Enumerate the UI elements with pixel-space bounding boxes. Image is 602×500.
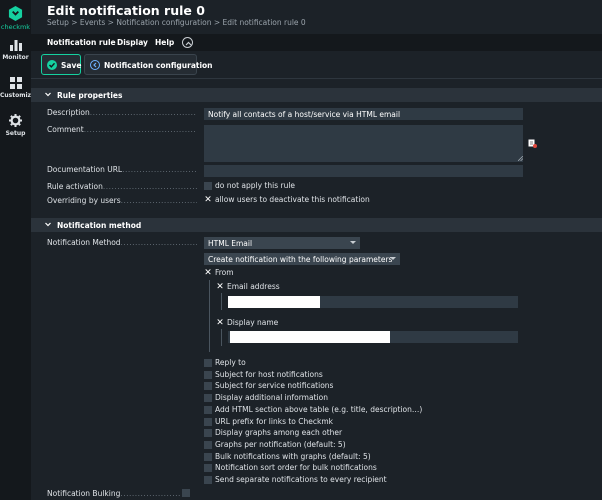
option-bulk-graphs: Bulk notifications with graphs (default:… [215, 452, 371, 461]
notification-mode-select[interactable]: Create notification with the following p… [204, 253, 400, 265]
comment-label: Comment [47, 125, 197, 134]
macro-insert-icon[interactable] [528, 139, 537, 148]
email-address-value-redacted [228, 296, 320, 308]
option-additional-info: Display additional information [215, 393, 328, 402]
documentation-url-field[interactable] [204, 165, 523, 177]
option-checkbox[interactable] [204, 371, 212, 379]
notification-method-value: HTML Email [208, 239, 253, 248]
chevron-down-icon [45, 222, 51, 227]
option-checkbox[interactable] [204, 359, 212, 367]
email-group-line [221, 293, 222, 310]
option-sort-order: Notification sort order for bulk notific… [215, 463, 377, 472]
setup-icon [9, 114, 22, 127]
chevron-down-icon [390, 257, 396, 260]
option-checkbox[interactable] [204, 429, 212, 437]
breadcrumb[interactable]: Setup > Events > Notification configurat… [47, 18, 306, 27]
from-label: From [215, 268, 234, 277]
notification-configuration-button[interactable]: Notification configuration [84, 54, 213, 75]
comment-textarea[interactable] [204, 125, 523, 162]
option-subject-service: Subject for service notifications [215, 381, 334, 390]
menu-display[interactable]: Display [117, 38, 148, 47]
section-notification-method[interactable]: Notification method [31, 218, 602, 232]
nav-setup-label: Setup [5, 130, 26, 137]
chevron-down-icon [45, 92, 51, 97]
notification-method-label: Notification Method [47, 238, 197, 247]
divider [31, 78, 602, 79]
nav-setup[interactable]: Setup [0, 114, 31, 137]
display-name-label: Display name [227, 318, 279, 327]
page-header: Edit notification rule 0 Setup > Events … [31, 0, 602, 34]
nav-customize[interactable]: Customize [0, 77, 35, 99]
email-address-checkbox-checked[interactable]: ✕ [216, 283, 224, 292]
notification-mode-value: Create notification with the following p… [208, 255, 393, 264]
chevron-down-icon [350, 241, 356, 244]
menu-notification-rule[interactable]: Notification rule [47, 38, 116, 47]
option-reply-to: Reply to [215, 358, 246, 367]
page-title: Edit notification rule 0 [47, 3, 205, 18]
notification-configuration-label: Notification configuration [104, 61, 213, 70]
description-value: Notify all contacts of a host/service vi… [208, 110, 401, 119]
description-label: Description [47, 108, 197, 117]
from-group-line [209, 280, 210, 352]
rule-activation-option: do not apply this rule [215, 181, 296, 190]
description-field[interactable]: Notify all contacts of a host/service vi… [204, 108, 523, 120]
rule-activation-label: Rule activation [47, 182, 197, 191]
display-name-field[interactable] [228, 331, 518, 343]
resize-handle-icon[interactable] [518, 156, 523, 161]
option-checkbox[interactable] [204, 382, 212, 390]
customize-icon [9, 77, 22, 89]
overriding-label: Overriding by users [47, 196, 197, 205]
notification-bulking-label: Notification Bulking [47, 489, 180, 498]
checkmark-icon [47, 60, 57, 70]
section-rule-properties[interactable]: Rule properties [31, 88, 602, 102]
nav-monitor[interactable]: Monitor [0, 40, 31, 61]
option-graphs-per-notification: Graphs per notification (default: 5) [215, 440, 346, 449]
monitor-icon [9, 40, 22, 51]
checkmk-logo-icon [8, 6, 23, 21]
menu-collapse-toggle[interactable] [182, 37, 193, 48]
save-button[interactable]: Save [41, 54, 81, 75]
documentation-url-label: Documentation URL [47, 165, 197, 174]
page-menubar: Notification rule Display Help [31, 34, 602, 51]
section-title: Rule properties [57, 91, 123, 100]
from-checkbox-checked[interactable]: ✕ [204, 269, 212, 278]
option-html-section: Add HTML section above table (e.g. title… [215, 405, 423, 414]
option-display-graphs: Display graphs among each other [215, 428, 343, 437]
action-toolbar: Save Notification configuration [31, 51, 602, 78]
notification-bulking-checkbox[interactable] [182, 489, 190, 497]
option-subject-host: Subject for host notifications [215, 370, 323, 379]
overriding-checkbox-checked[interactable]: ✕ [204, 196, 212, 205]
option-checkbox[interactable] [204, 406, 212, 414]
menu-help[interactable]: Help [155, 38, 174, 47]
option-separate-notifications: Send separate notifications to every rec… [215, 475, 387, 484]
checkmk-logo[interactable]: checkmk [0, 4, 31, 34]
main-sidebar: checkmk Monitor Customize Setup [0, 0, 35, 500]
display-name-group-line [221, 329, 222, 346]
email-address-label: Email address [227, 282, 280, 291]
rule-activation-checkbox[interactable] [204, 182, 212, 190]
option-checkbox[interactable] [204, 441, 212, 449]
option-checkbox[interactable] [204, 464, 212, 472]
option-checkbox[interactable] [204, 453, 212, 461]
option-url-prefix: URL prefix for links to Checkmk [215, 417, 333, 426]
option-checkbox[interactable] [204, 476, 212, 484]
email-address-field[interactable] [228, 296, 518, 308]
nav-customize-label: Customize [0, 92, 36, 99]
logo-text: checkmk [0, 23, 31, 31]
option-checkbox[interactable] [204, 394, 212, 402]
back-arrow-icon [90, 60, 100, 70]
section-title: Notification method [57, 221, 142, 230]
display-name-value-redacted [230, 331, 390, 343]
notification-method-select[interactable]: HTML Email [204, 237, 360, 249]
chevron-up-icon [185, 41, 192, 46]
option-checkbox[interactable] [204, 418, 212, 426]
overriding-option: allow users to deactivate this notificat… [215, 195, 370, 204]
display-name-checkbox-checked[interactable]: ✕ [216, 319, 224, 328]
nav-monitor-label: Monitor [2, 54, 29, 61]
save-button-label: Save [61, 61, 82, 70]
